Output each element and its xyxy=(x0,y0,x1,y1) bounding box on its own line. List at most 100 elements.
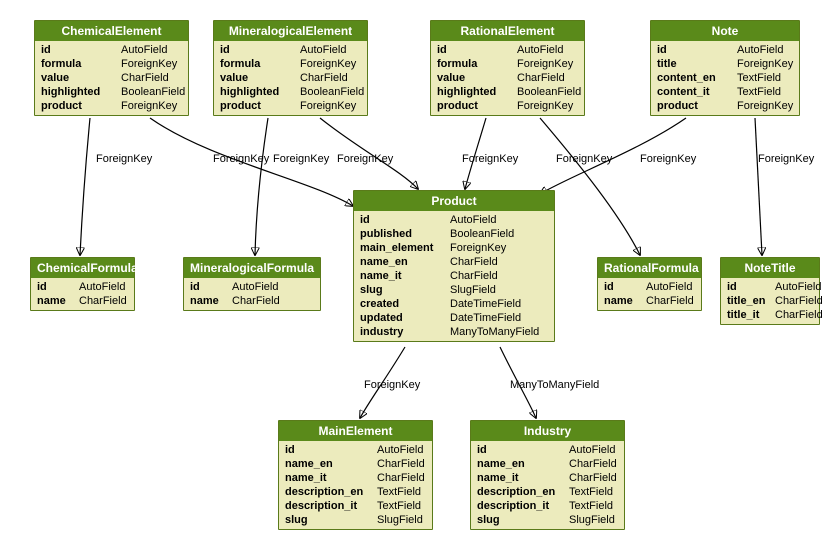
field-row: nameCharField xyxy=(184,294,320,308)
entity-body: idAutoField nameCharField xyxy=(598,278,701,310)
field-name: name_en xyxy=(285,458,377,470)
field-name: name_en xyxy=(477,458,569,470)
field-name: content_it xyxy=(657,86,737,98)
field-row: name_itCharField xyxy=(354,269,554,283)
field-type: CharField xyxy=(121,72,182,84)
field-row: valueCharField xyxy=(431,71,584,85)
field-type: ManyToManyField xyxy=(450,326,548,338)
field-row: nameCharField xyxy=(31,294,134,308)
field-row: idAutoField xyxy=(598,280,701,294)
field-row: idAutoField xyxy=(279,443,432,457)
field-name: id xyxy=(41,44,121,56)
field-type: AutoField xyxy=(450,214,548,226)
field-name: description_it xyxy=(285,500,377,512)
field-row: idAutoField xyxy=(651,43,799,57)
entity-industry: Industry idAutoField name_enCharField na… xyxy=(470,420,625,530)
field-row: idAutoField xyxy=(354,213,554,227)
entity-title: MineralogicalFormula xyxy=(184,258,320,278)
field-type: CharField xyxy=(569,458,618,470)
field-row: updatedDateTimeField xyxy=(354,311,554,325)
field-type: TextField xyxy=(569,500,618,512)
field-type: BooleanField xyxy=(450,228,548,240)
field-name: updated xyxy=(360,312,450,324)
field-type: AutoField xyxy=(121,44,182,56)
field-row: content_enTextField xyxy=(651,71,799,85)
entity-rationalelement: RationalElement idAutoField formulaForei… xyxy=(430,20,585,116)
field-row: name_enCharField xyxy=(354,255,554,269)
field-type: TextField xyxy=(737,72,793,84)
field-row: description_itTextField xyxy=(279,499,432,513)
field-row: slugSlugField xyxy=(354,283,554,297)
field-name: title xyxy=(657,58,737,70)
field-name: slug xyxy=(360,284,450,296)
field-type: CharField xyxy=(450,270,548,282)
field-type: CharField xyxy=(775,309,823,321)
edge-label: ForeignKey xyxy=(96,153,152,165)
field-name: name_it xyxy=(477,472,569,484)
field-row: description_enTextField xyxy=(279,485,432,499)
entity-title: RationalFormula xyxy=(598,258,701,278)
field-type: ForeignKey xyxy=(121,100,182,112)
field-type: ForeignKey xyxy=(450,242,548,254)
field-name: formula xyxy=(220,58,300,70)
field-type: AutoField xyxy=(300,44,361,56)
field-row: valueCharField xyxy=(35,71,188,85)
entity-body: idAutoField titleForeignKey content_enTe… xyxy=(651,41,799,115)
field-name: id xyxy=(190,281,232,293)
field-row: formulaForeignKey xyxy=(431,57,584,71)
entity-body: idAutoField name_enCharField name_itChar… xyxy=(279,441,432,529)
field-row: name_enCharField xyxy=(471,457,624,471)
field-row: title_itCharField xyxy=(721,308,819,322)
field-name: published xyxy=(360,228,450,240)
entity-title: RationalElement xyxy=(431,21,584,41)
field-type: TextField xyxy=(569,486,618,498)
field-name: name_en xyxy=(360,256,450,268)
field-row: idAutoField xyxy=(35,43,188,57)
edge-label: ForeignKey xyxy=(213,153,269,165)
field-name: formula xyxy=(41,58,121,70)
field-type: TextField xyxy=(737,86,793,98)
field-type: ForeignKey xyxy=(300,58,361,70)
field-name: description_en xyxy=(285,486,377,498)
entity-title: ChemicalFormula xyxy=(31,258,134,278)
entity-body: idAutoField publishedBooleanField main_e… xyxy=(354,211,554,341)
entity-body: idAutoField formulaForeignKey valueCharF… xyxy=(431,41,584,115)
field-name: id xyxy=(220,44,300,56)
field-type: AutoField xyxy=(79,281,128,293)
field-row: valueCharField xyxy=(214,71,367,85)
field-row: formulaForeignKey xyxy=(35,57,188,71)
field-row: titleForeignKey xyxy=(651,57,799,71)
field-type: TextField xyxy=(377,500,426,512)
entity-body: idAutoField title_enCharField title_itCh… xyxy=(721,278,819,324)
field-type: ForeignKey xyxy=(300,100,361,112)
entity-mainelement: MainElement idAutoField name_enCharField… xyxy=(278,420,433,530)
field-type: ForeignKey xyxy=(737,100,793,112)
field-row: idAutoField xyxy=(31,280,134,294)
field-row: name_itCharField xyxy=(471,471,624,485)
field-name: title_en xyxy=(727,295,775,307)
field-type: CharField xyxy=(377,458,426,470)
field-row: description_itTextField xyxy=(471,499,624,513)
field-name: slug xyxy=(285,514,377,526)
field-type: ForeignKey xyxy=(517,58,578,70)
field-type: AutoField xyxy=(737,44,793,56)
field-type: ForeignKey xyxy=(737,58,793,70)
field-name: name_it xyxy=(360,270,450,282)
field-row: idAutoField xyxy=(214,43,367,57)
entity-chemicalelement: ChemicalElement idAutoField formulaForei… xyxy=(34,20,189,116)
field-row: description_enTextField xyxy=(471,485,624,499)
entity-title: NoteTitle xyxy=(721,258,819,278)
field-row: productForeignKey xyxy=(431,99,584,113)
entity-body: idAutoField formulaForeignKey valueCharF… xyxy=(214,41,367,115)
field-type: TextField xyxy=(377,486,426,498)
field-type: CharField xyxy=(775,295,823,307)
field-type: BooleanField xyxy=(517,86,581,98)
field-row: content_itTextField xyxy=(651,85,799,99)
field-type: AutoField xyxy=(775,281,821,293)
field-type: AutoField xyxy=(377,444,426,456)
field-row: productForeignKey xyxy=(214,99,367,113)
field-type: AutoField xyxy=(517,44,578,56)
entity-title: MineralogicalElement xyxy=(214,21,367,41)
field-type: CharField xyxy=(569,472,618,484)
field-row: formulaForeignKey xyxy=(214,57,367,71)
